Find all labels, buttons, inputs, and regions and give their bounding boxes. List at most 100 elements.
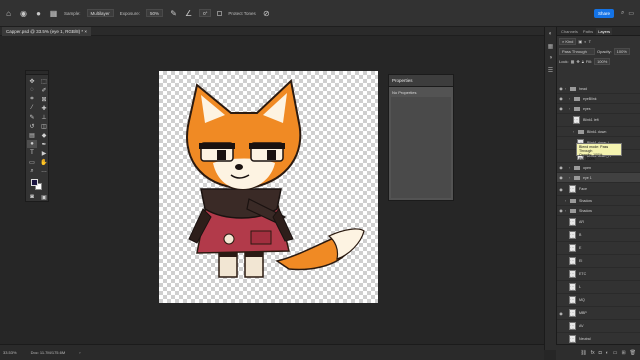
more-tools-icon[interactable]: … xyxy=(39,167,49,175)
eraser-tool-icon[interactable]: ◫ xyxy=(39,122,49,130)
document-size[interactable]: Doc: 11.7M/175.6M xyxy=(31,350,66,355)
layer-row[interactable]: › Blink1 down xyxy=(557,127,640,137)
layer-row[interactable]: ◉ Face xyxy=(557,183,640,196)
history-brush-icon[interactable]: ↺ xyxy=(27,122,37,130)
lock-position-icon[interactable]: ✥ xyxy=(576,59,579,64)
fill-field[interactable]: 100% xyxy=(594,57,611,65)
move-tool-icon[interactable]: ✥ xyxy=(27,77,37,85)
layer-row[interactable]: ◉ › eyes xyxy=(557,104,640,114)
layer-tooltip: Blend mode: Pass Through Opacity: 100% F… xyxy=(576,143,622,161)
blend-mode-select[interactable]: Pass Through xyxy=(559,47,595,55)
pressure-icon[interactable]: ⊘ xyxy=(262,9,271,18)
layer-row[interactable]: L xyxy=(557,281,640,294)
layer-row[interactable]: ETC xyxy=(557,268,640,281)
sponge-tool-icon[interactable]: ◉ xyxy=(19,9,28,18)
tab-paths[interactable]: Paths xyxy=(581,28,595,35)
filter-pixel-icon[interactable]: ▣ xyxy=(578,39,582,44)
visibility-eye-icon[interactable]: ◉ xyxy=(557,311,565,316)
tab-layers[interactable]: Layers xyxy=(596,28,613,35)
layer-row[interactable]: ◉ › eyeBlink xyxy=(557,94,640,104)
layer-row[interactable]: Blink1 left xyxy=(557,114,640,127)
libraries-panel-icon[interactable]: ☰ xyxy=(547,67,555,75)
layer-row[interactable]: E xyxy=(557,242,640,255)
color-panel-icon[interactable]: ◐ xyxy=(547,31,555,39)
share-button[interactable]: Share xyxy=(594,9,614,18)
document-canvas[interactable] xyxy=(159,71,378,303)
sample-select[interactable]: Multilayer xyxy=(86,9,114,17)
type-tool-icon[interactable]: T xyxy=(27,149,37,157)
layer-row[interactable]: B xyxy=(557,229,640,242)
quick-select-tool-icon[interactable]: ✐ xyxy=(39,86,49,94)
layer-row[interactable]: AR xyxy=(557,216,640,229)
layer-row[interactable]: ◉ › head xyxy=(557,84,640,94)
stamp-tool-icon[interactable]: ⊥ xyxy=(39,113,49,121)
new-group-icon[interactable]: ▭ xyxy=(613,350,618,356)
fx-icon[interactable]: fx xyxy=(591,350,595,356)
brush-preset-icon[interactable]: ● xyxy=(34,9,43,18)
adjustments-panel-icon[interactable]: ◑ xyxy=(547,55,555,63)
layer-thumbnail xyxy=(569,244,576,252)
zoom-level[interactable]: 33.53% xyxy=(3,350,17,355)
airbrush-icon[interactable]: ✎ xyxy=(169,9,178,18)
mask-icon[interactable]: ◘ xyxy=(599,350,602,356)
marquee-tool-icon[interactable]: ⬚ xyxy=(39,77,49,85)
tab-channels[interactable]: Channels xyxy=(559,28,580,35)
blur-tool-icon[interactable]: ◆ xyxy=(39,131,49,139)
new-layer-icon[interactable]: ⊞ xyxy=(621,350,625,356)
properties-panel-header[interactable]: Properties xyxy=(389,75,453,87)
visibility-eye-icon[interactable]: ◉ xyxy=(557,106,565,111)
layer-row[interactable]: AV xyxy=(557,320,640,333)
link-layers-icon[interactable]: ⛓︎ xyxy=(580,350,586,356)
trash-icon[interactable]: 🗑︎ xyxy=(630,350,636,356)
foreground-color-swatch[interactable] xyxy=(31,179,38,186)
visibility-eye-icon[interactable]: ◉ xyxy=(557,208,565,213)
layer-name: Shadow xyxy=(579,208,592,213)
layer-row[interactable]: › Shadow xyxy=(557,196,640,206)
layer-row[interactable]: ◉ › open xyxy=(557,163,640,173)
layer-row[interactable]: ◉ › eye 1 xyxy=(557,173,640,183)
properties-panel: Properties No Properties xyxy=(388,74,454,201)
status-arrow-icon[interactable]: › xyxy=(79,350,80,355)
layer-name: head xyxy=(579,86,587,91)
visibility-eye-icon[interactable]: ◉ xyxy=(557,86,565,91)
search-icon[interactable]: ⌕ xyxy=(621,10,624,17)
screen-mode-icon[interactable]: ▣ xyxy=(39,193,49,201)
lock-pixels-icon[interactable]: ▦ xyxy=(571,59,575,64)
visibility-eye-icon[interactable]: ◉ xyxy=(557,175,565,180)
shape-tool-icon[interactable]: ▭ xyxy=(27,158,37,166)
opacity-field[interactable]: 100% xyxy=(613,47,630,55)
swatches-panel-icon[interactable]: ▦ xyxy=(547,43,555,51)
layer-row[interactable]: MQ xyxy=(557,294,640,307)
hand-tool-icon[interactable]: ✋ xyxy=(39,158,49,166)
brush-tool-icon[interactable]: ✎ xyxy=(27,113,37,121)
exposure-field[interactable]: 50% xyxy=(146,9,164,17)
layer-row[interactable]: ◉ › Shadow xyxy=(557,206,640,216)
workspace-icon[interactable]: ▭ xyxy=(628,10,634,17)
crop-tool-icon[interactable]: ⌗ xyxy=(27,95,37,103)
quick-mask-icon[interactable]: ◙ xyxy=(27,193,37,201)
visibility-eye-icon[interactable]: ◉ xyxy=(557,165,565,170)
lasso-tool-icon[interactable]: ◌ xyxy=(27,86,37,94)
healing-brush-icon[interactable]: ✚ xyxy=(39,104,49,112)
brush-settings-icon[interactable]: ▦ xyxy=(49,9,58,18)
document-tab[interactable]: Capper.psd @ 33.5% (eye 1, RGB/8) * × xyxy=(2,27,91,36)
sponge-tool-icon[interactable]: ● xyxy=(27,140,37,148)
protect-tones-checkbox[interactable] xyxy=(217,10,223,16)
layer-row[interactable]: ◉ MBP xyxy=(557,307,640,320)
filter-type-icon[interactable]: T xyxy=(589,39,591,44)
eyedropper-tool-icon[interactable]: ⁄ xyxy=(27,104,37,112)
frame-tool-icon[interactable]: ⊠ xyxy=(39,95,49,103)
filter-adjust-icon[interactable]: ◐ xyxy=(584,39,586,44)
home-icon[interactable]: ⌂ xyxy=(4,9,13,18)
zoom-tool-icon[interactable]: ⌕ xyxy=(27,167,37,175)
layer-kind-filter[interactable]: ⌕ Kind xyxy=(559,37,577,45)
pen-tool-icon[interactable]: ✒ xyxy=(39,140,49,148)
visibility-eye-icon[interactable]: ◉ xyxy=(557,96,565,101)
lock-all-icon[interactable]: 🔒︎ xyxy=(582,59,584,64)
path-select-tool-icon[interactable]: ▶ xyxy=(39,149,49,157)
layer-row[interactable]: EI xyxy=(557,255,640,268)
visibility-eye-icon[interactable]: ◉ xyxy=(557,187,565,192)
gradient-tool-icon[interactable]: ▤ xyxy=(27,131,37,139)
angle-field[interactable]: 0° xyxy=(199,9,212,17)
adjustment-layer-icon[interactable]: ◐ xyxy=(606,350,609,356)
